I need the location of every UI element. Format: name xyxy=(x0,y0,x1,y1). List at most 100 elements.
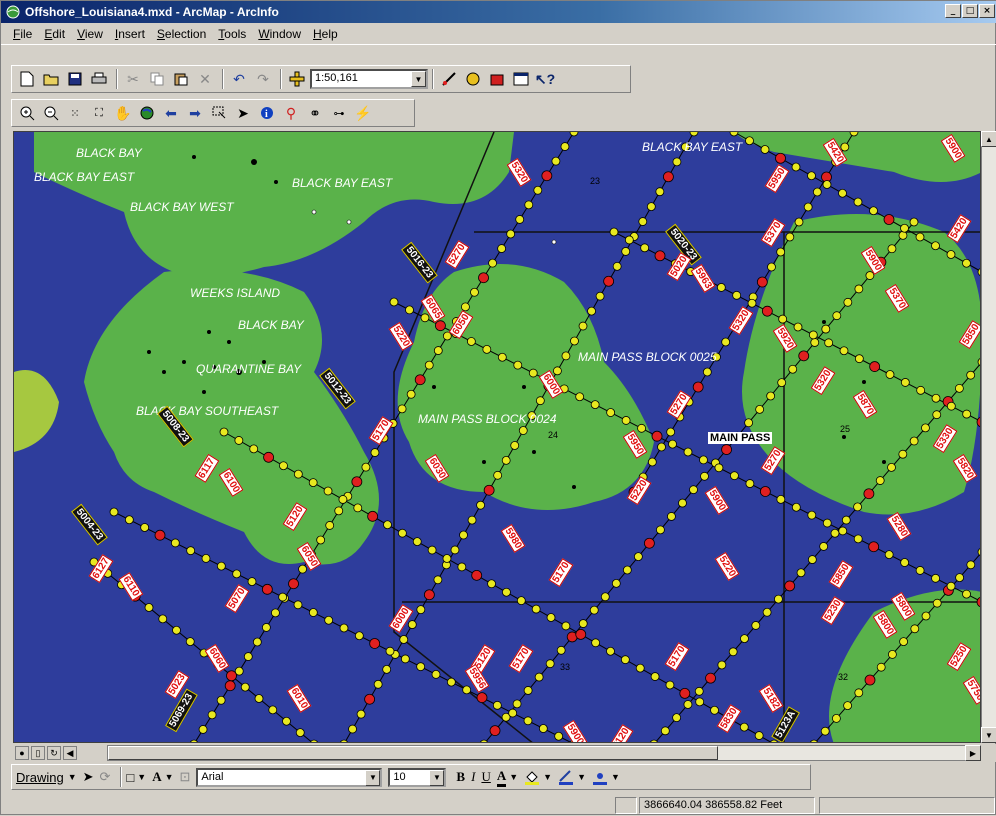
title-bar[interactable]: Offshore_Louisiana4.mxd - ArcMap - ArcIn… xyxy=(1,1,996,23)
shotpoint-yellow xyxy=(921,423,930,433)
edit-vertices-icon[interactable]: ⊡ xyxy=(180,769,191,785)
font-name-combobox[interactable]: Arial ▼ xyxy=(196,767,383,787)
shotpoint-red xyxy=(224,680,236,692)
scroll-down-icon[interactable]: ▼ xyxy=(981,727,996,743)
menu-tools[interactable]: Tools xyxy=(212,27,252,41)
rectangle-icon[interactable]: □ ▼ xyxy=(126,770,146,785)
chevron-down-icon[interactable]: ▼ xyxy=(365,769,381,786)
map-horizontal-scrollbar[interactable]: ▶ xyxy=(107,745,981,761)
select-features-icon[interactable] xyxy=(208,102,230,124)
map-scale-combobox[interactable]: 1:50,161 ▼ xyxy=(310,69,428,89)
refresh-icon[interactable]: ↻ xyxy=(47,746,61,760)
horizontal-scroll-thumb[interactable] xyxy=(108,746,718,760)
scroll-right-icon[interactable]: ▶ xyxy=(965,745,981,761)
drawing-menu[interactable]: Drawing ▼ xyxy=(16,770,77,785)
shotpoint-yellow xyxy=(334,506,344,516)
maximize-button[interactable]: □ xyxy=(962,4,978,18)
shotpoint-yellow xyxy=(717,660,727,670)
svg-text:i: i xyxy=(265,109,268,120)
select-elements-arrow-icon[interactable]: ➤ xyxy=(83,769,94,785)
copy-icon[interactable] xyxy=(146,68,168,90)
zoom-out-icon[interactable] xyxy=(40,102,62,124)
menu-window[interactable]: Window xyxy=(252,27,307,41)
scroll-left-icon[interactable]: ◀ xyxy=(63,746,77,760)
arccatalog-icon[interactable] xyxy=(462,68,484,90)
marker-color-icon[interactable]: ▼ xyxy=(592,769,620,785)
shotpoint-yellow xyxy=(190,739,198,742)
data-view-globe-icon[interactable]: ● xyxy=(15,746,29,760)
delete-icon[interactable]: ✕ xyxy=(194,68,216,90)
fixed-zoom-out-icon[interactable]: ⛶ xyxy=(88,102,110,124)
find-binoculars-icon[interactable]: ⚭ xyxy=(304,102,326,124)
shotpoint-yellow xyxy=(482,344,492,354)
add-data-icon[interactable] xyxy=(286,68,308,90)
forward-arrow-icon[interactable]: ➡ xyxy=(184,102,206,124)
paste-icon[interactable] xyxy=(170,68,192,90)
shotpoint-red xyxy=(662,171,674,183)
shotpoint-yellow xyxy=(946,401,956,411)
shotpoint-yellow xyxy=(689,485,698,495)
shotpoint-yellow xyxy=(745,479,755,488)
close-button[interactable]: × xyxy=(979,4,995,18)
full-extent-globe-icon[interactable] xyxy=(136,102,158,124)
shotpoint-red xyxy=(651,430,663,442)
shotpoint-yellow xyxy=(254,694,264,703)
menu-file[interactable]: File xyxy=(7,27,38,41)
back-arrow-icon[interactable]: ⬅ xyxy=(160,102,182,124)
shotpoint-red xyxy=(414,374,426,386)
shotpoint-yellow xyxy=(252,637,262,647)
chevron-down-icon[interactable]: ▼ xyxy=(429,769,445,786)
menu-selection[interactable]: Selection xyxy=(151,27,212,41)
undo-icon[interactable]: ↶ xyxy=(228,68,250,90)
shotpoint-yellow xyxy=(839,346,849,356)
line-color-icon[interactable]: ▼ xyxy=(558,769,586,785)
zoom-in-icon[interactable] xyxy=(16,102,38,124)
shotpoint-yellow xyxy=(791,502,801,512)
whats-this-help-icon[interactable]: ↖? xyxy=(534,68,556,90)
menu-view[interactable]: View xyxy=(71,27,109,41)
fixed-zoom-in-icon[interactable]: ⁙ xyxy=(64,102,86,124)
map-vertical-scrollbar[interactable]: ▲ ▼ xyxy=(981,131,996,743)
bold-button[interactable]: B xyxy=(456,769,465,785)
cut-icon[interactable]: ✂ xyxy=(122,68,144,90)
shotpoint-yellow xyxy=(915,232,925,242)
underline-button[interactable]: U xyxy=(481,769,490,785)
chevron-down-icon[interactable]: ▼ xyxy=(411,71,426,87)
editor-toolbar-icon[interactable] xyxy=(438,68,460,90)
shotpoint-yellow xyxy=(838,188,847,198)
identify-icon[interactable]: i xyxy=(256,102,278,124)
open-folder-icon[interactable] xyxy=(40,68,62,90)
shotpoint-yellow xyxy=(770,739,778,742)
rotate-icon[interactable]: ⟳ xyxy=(100,769,111,785)
print-icon[interactable] xyxy=(88,68,110,90)
menu-insert[interactable]: Insert xyxy=(109,27,151,41)
map-display[interactable]: BLACK BAY BLACK BAY EAST BLACK BAY EAST … xyxy=(13,131,981,743)
layout-view-page-icon[interactable]: ▯ xyxy=(31,746,45,760)
shotpoint-red xyxy=(351,476,363,488)
pan-hand-icon[interactable]: ✋ xyxy=(112,102,134,124)
redo-icon[interactable]: ↷ xyxy=(252,68,274,90)
save-icon[interactable] xyxy=(64,68,86,90)
select-elements-arrow-icon[interactable]: ➤ xyxy=(232,102,254,124)
scroll-up-icon[interactable]: ▲ xyxy=(981,131,996,147)
shotpoint-yellow xyxy=(590,400,600,410)
shotpoint-yellow xyxy=(854,688,864,698)
menu-edit[interactable]: Edit xyxy=(38,27,71,41)
toolbar-separator xyxy=(432,69,434,89)
arctoolbox-icon[interactable] xyxy=(486,68,508,90)
lightning-icon[interactable]: ⚡ xyxy=(352,102,374,124)
shotpoint-yellow xyxy=(900,558,910,567)
new-text-icon[interactable]: A ▼ xyxy=(152,769,173,785)
italic-button[interactable]: I xyxy=(471,769,475,785)
hyperlink-icon[interactable]: ⚲ xyxy=(280,102,302,124)
shotpoint-yellow xyxy=(516,596,526,606)
new-document-icon[interactable] xyxy=(16,68,38,90)
command-line-icon[interactable] xyxy=(510,68,532,90)
fill-color-icon[interactable]: ▼ xyxy=(524,769,552,785)
font-color-button[interactable]: A ▼ xyxy=(496,768,518,787)
menu-help[interactable]: Help xyxy=(307,27,344,41)
font-size-combobox[interactable]: 10 ▼ xyxy=(388,767,447,787)
minimize-button[interactable]: _ xyxy=(945,4,961,18)
shotpoint-yellow xyxy=(683,447,693,457)
measure-icon[interactable]: ⊶ xyxy=(328,102,350,124)
